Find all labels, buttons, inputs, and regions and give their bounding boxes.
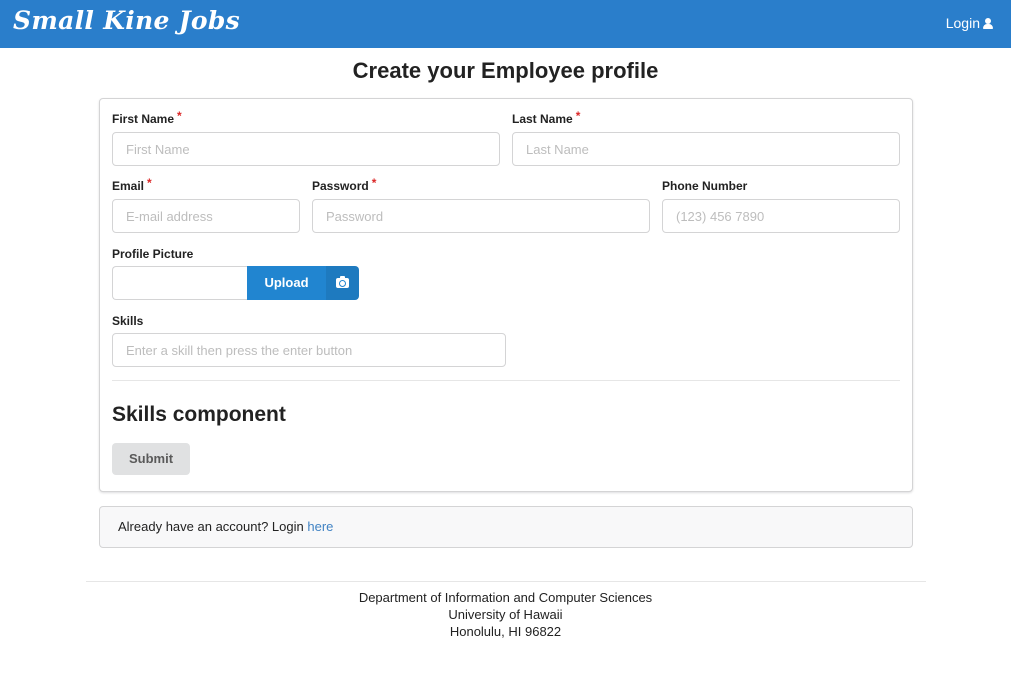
skills-input[interactable] xyxy=(112,333,506,367)
footer-line-address: Honolulu, HI 96822 xyxy=(449,624,562,639)
footer-line-department: Department of Information and Computer S… xyxy=(358,590,653,605)
top-navbar: Small Kine Jobs Login xyxy=(0,0,1011,48)
required-marker: * xyxy=(371,176,377,190)
footer-divider xyxy=(86,581,926,582)
login-here-link[interactable]: here xyxy=(307,519,333,534)
skills-component-heading: Skills component xyxy=(112,403,286,426)
last-name-input[interactable] xyxy=(512,132,900,166)
first-name-label: First Name * xyxy=(112,109,182,126)
phone-label: Phone Number xyxy=(662,179,748,193)
email-label: Email * xyxy=(112,176,152,193)
upload-button[interactable]: Upload xyxy=(247,266,359,300)
upload-label: Upload xyxy=(264,275,309,290)
profile-form: First Name* Last Name* Email* Password* … xyxy=(99,98,913,492)
login-link[interactable]: Login xyxy=(946,15,993,31)
submit-button[interactable]: Submit xyxy=(112,443,190,475)
required-marker: * xyxy=(147,176,152,190)
form-divider xyxy=(112,380,900,381)
login-prompt-text: Already have an account? Login xyxy=(118,519,308,534)
first-name-input[interactable] xyxy=(112,132,500,166)
camera-icon xyxy=(336,276,349,288)
page-title: Create your Employee profile xyxy=(352,58,659,83)
password-label: Password * xyxy=(312,176,377,193)
last-name-label: Last Name * xyxy=(512,109,581,126)
password-input[interactable] xyxy=(312,199,650,233)
upload-icon-box xyxy=(326,266,359,300)
required-marker: * xyxy=(177,109,182,123)
login-label: Login xyxy=(945,15,980,31)
skills-label: Skills xyxy=(112,314,144,328)
footer-line-university: University of Hawaii xyxy=(448,607,563,622)
profile-picture-label: Profile Picture xyxy=(112,247,194,261)
required-marker: * xyxy=(575,109,581,123)
footer: Department of Information and Computer S… xyxy=(0,589,1011,640)
email-input[interactable] xyxy=(112,199,300,233)
user-icon xyxy=(983,17,993,29)
brand-logo[interactable]: Small Kine Jobs xyxy=(13,6,240,35)
login-prompt-message: Already have an account? Login here xyxy=(99,506,913,548)
phone-input[interactable] xyxy=(662,199,900,233)
profile-picture-input[interactable] xyxy=(112,266,248,300)
